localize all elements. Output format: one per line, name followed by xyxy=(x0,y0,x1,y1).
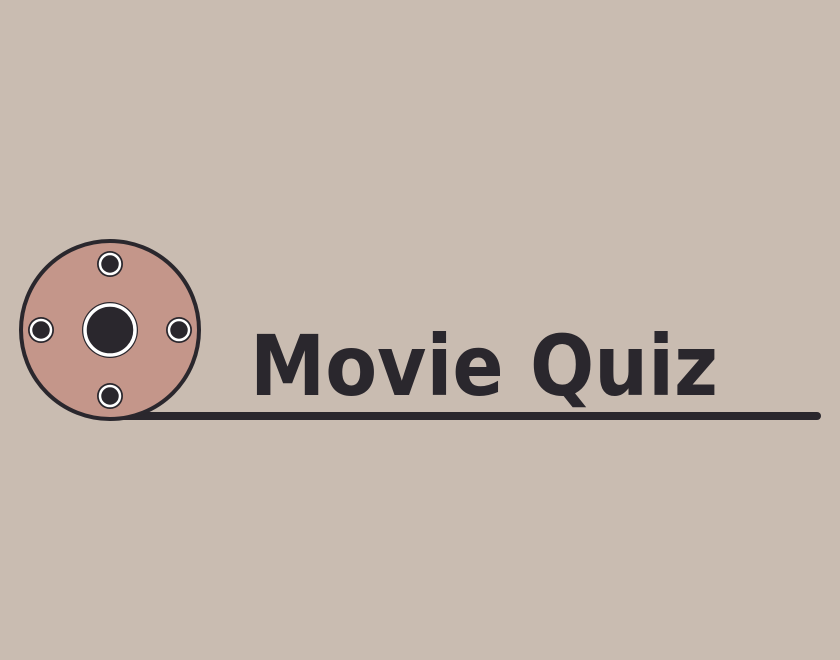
film-reel-icon xyxy=(19,239,201,421)
reel-hole-left xyxy=(28,317,54,343)
reel-hub xyxy=(82,302,138,358)
page-title: Movie Quiz xyxy=(250,317,718,415)
movie-quiz-logo: Movie Quiz xyxy=(19,239,821,421)
reel-hole-right xyxy=(166,317,192,343)
reel-hole-bottom xyxy=(97,383,123,409)
reel-hole-top xyxy=(97,251,123,277)
